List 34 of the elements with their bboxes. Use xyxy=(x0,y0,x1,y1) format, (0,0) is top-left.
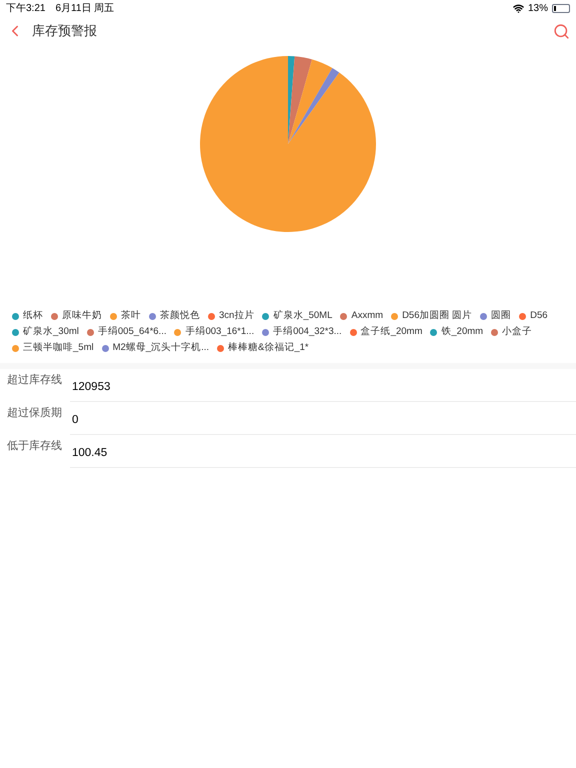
legend-label: 纸杯 xyxy=(23,309,43,324)
legend-label: 小盒子 xyxy=(502,325,532,340)
legend-label: 矿泉水_50ML xyxy=(273,309,332,324)
legend-label: Axxmm xyxy=(351,309,384,324)
battery-percent: 13% xyxy=(528,2,548,16)
legend-label: 3cn拉片 xyxy=(219,309,254,324)
status-time: 下午3:21 xyxy=(6,2,46,16)
legend-label: 盒子纸_20mm xyxy=(360,325,422,340)
row-label: 超过保质期 xyxy=(7,406,62,421)
legend-label: 棒棒糖&徐福记_1* xyxy=(228,341,309,356)
search-icon xyxy=(553,22,570,40)
legend-label: 矿泉水_30ml xyxy=(23,325,79,340)
row-label: 超过库存线 xyxy=(7,372,62,388)
legend-label: D56加圆圈 圆片 xyxy=(402,309,472,324)
legend-label: 手绢003_16*1... xyxy=(185,325,254,340)
legend-label: 手绢004_32*3... xyxy=(273,325,342,340)
row-value: 100.45 xyxy=(72,446,108,461)
legend-label: 铁_20mm xyxy=(441,325,484,340)
status-date: 6月11日 周五 xyxy=(55,2,114,16)
legend-label: 茶颜悦色 xyxy=(160,309,200,324)
legend-label: 三顿半咖啡_5ml xyxy=(23,341,94,356)
wifi-icon xyxy=(512,2,524,14)
row-value: 0 xyxy=(72,412,78,428)
search-button[interactable] xyxy=(553,22,570,40)
legend-label: 圆圈 xyxy=(491,309,512,324)
row-value: 120953 xyxy=(72,380,110,395)
row-label: 低于库存线 xyxy=(7,438,62,454)
page-title: 库存预警报 xyxy=(32,22,97,40)
legend-label: 茶叶 xyxy=(121,309,141,324)
legend-label: 原味牛奶 xyxy=(62,309,102,324)
legend-label: M2螺母_沉头十字机... xyxy=(112,341,209,356)
battery-icon xyxy=(552,4,570,12)
legend-label: 手绢005_64*6... xyxy=(98,325,166,340)
legend-label: D56 xyxy=(530,309,548,324)
